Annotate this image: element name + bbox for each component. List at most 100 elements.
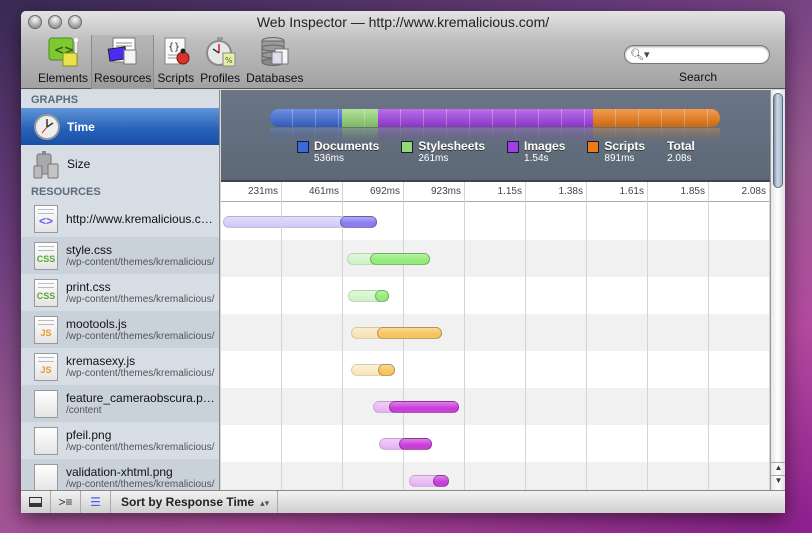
resource-timeline: 231ms 461ms 692ms 923ms 1.15s 1.38s 1.61s 1.85s… [221, 182, 770, 490]
tick-label: 1.85s [680, 186, 705, 197]
search-label: Search [679, 70, 718, 84]
download-bar[interactable] [398, 438, 432, 450]
sidebar-item-time[interactable]: Time [21, 108, 219, 145]
timeline-row [221, 203, 770, 240]
legend-swatch [587, 141, 600, 153]
tick-label: 1.61s [619, 186, 644, 197]
resource-item[interactable]: JS mootools.js /wp-content/themes/kremal… [21, 311, 219, 348]
legend-swatch [401, 141, 414, 153]
profiles-icon: % [203, 36, 237, 68]
scroll-up-arrow[interactable]: ▲ [771, 462, 785, 475]
tick-label: 923ms [430, 186, 461, 197]
download-bar[interactable] [340, 216, 377, 228]
download-bar[interactable] [432, 475, 449, 487]
legend-stylesheets: Stylesheets 261ms [401, 139, 485, 164]
summary-segment-scripts [593, 109, 720, 127]
summary-segment-stylesheets [342, 109, 378, 127]
toolbar: Web Inspector — http://www.kremalicious.… [21, 11, 785, 89]
dock-icon [29, 497, 42, 507]
dock-toggle-button[interactable] [21, 490, 51, 513]
databases-icon [258, 36, 292, 68]
gridline [342, 182, 343, 490]
gridline [525, 182, 526, 490]
web-inspector-window: Web Inspector — http://www.kremalicious.… [21, 11, 785, 513]
tick-label: 231ms [247, 186, 278, 197]
timeline-header: 231ms 461ms 692ms 923ms 1.15s 1.38s 1.61s 1.85s… [221, 182, 770, 202]
svg-text:%: % [225, 56, 233, 65]
summary-bar [270, 109, 720, 127]
download-bar[interactable] [370, 253, 430, 265]
gridline [647, 182, 648, 490]
gridline [708, 182, 709, 490]
list-icon: ☰ [90, 495, 101, 509]
timeline-row [221, 388, 770, 425]
image-file-icon [34, 389, 58, 418]
elements-icon: <> [46, 36, 80, 68]
timeline-row [221, 351, 770, 388]
search-field[interactable]: 🔍︎▾ [624, 45, 770, 64]
image-file-icon [34, 426, 58, 455]
timeline-row [221, 240, 770, 277]
gridline [586, 182, 587, 490]
search-input[interactable] [647, 48, 765, 60]
download-bar[interactable] [374, 290, 389, 302]
summary-legend: Documents 536ms Stylesheets 261ms Images 1.… [297, 139, 717, 164]
summary-segment-documents [270, 109, 342, 127]
scrollbar-thumb[interactable] [773, 93, 783, 188]
resource-item[interactable]: <> http://www.kremalicious.com/ [21, 200, 219, 237]
scroll-down-arrow[interactable]: ▼ [771, 475, 785, 488]
updown-arrows-icon: ▴▾ [260, 497, 270, 508]
legend-swatch [507, 141, 520, 153]
css-file-icon: CSS [34, 241, 58, 270]
tick-label: 461ms [308, 186, 339, 197]
sidebar: GRAPHS Time Size RESOURCES <> http://www… [21, 90, 220, 490]
legend-documents: Documents 536ms [297, 139, 379, 164]
tool-databases[interactable]: Databases [243, 35, 306, 89]
resource-item[interactable]: CSS print.css /wp-content/themes/kremali… [21, 274, 219, 311]
clock-icon [33, 113, 61, 141]
tool-elements[interactable]: <> Elements [35, 35, 91, 89]
summary-segment-images [378, 109, 594, 127]
tick-label: 692ms [369, 186, 400, 197]
status-bar: >≡ ☰ Sort by Response Time ▴▾ [21, 490, 785, 513]
resources-icon [106, 36, 140, 68]
console-icon: >≡ [58, 495, 73, 509]
resource-item[interactable]: JS kremasexy.js /wp-content/themes/krema… [21, 348, 219, 385]
vertical-scrollbar[interactable]: ▲ ▼ [770, 90, 785, 490]
html-document-icon: <> [34, 204, 58, 233]
tick-label: 2.08s [741, 186, 766, 197]
image-file-icon [34, 463, 58, 490]
legend-images: Images 1.54s [507, 139, 565, 164]
sidebar-item-size[interactable]: Size [21, 145, 219, 182]
graphs-heading: GRAPHS [31, 94, 79, 106]
window-title: Web Inspector — http://www.kremalicious.… [256, 14, 550, 30]
timeline-row [221, 314, 770, 351]
timeline-row [221, 277, 770, 314]
console-button[interactable]: >≡ [51, 490, 81, 513]
tool-scripts[interactable]: {} Scripts [154, 35, 197, 89]
legend-swatch [297, 141, 309, 153]
resource-item[interactable]: pfeil.png /wp-content/themes/kremaliciou… [21, 422, 219, 459]
js-file-icon: JS [34, 315, 58, 344]
gridline [769, 182, 770, 490]
resource-item[interactable]: validation-xhtml.png /wp-content/themes/… [21, 459, 219, 490]
weights-icon [33, 150, 61, 178]
timeline-row [221, 425, 770, 462]
resource-item[interactable]: CSS style.css /wp-content/themes/kremali… [21, 237, 219, 274]
tool-resources[interactable]: Resources [91, 35, 155, 89]
sort-select[interactable]: Sort by Response Time ▴▾ [111, 490, 279, 513]
download-bar[interactable] [388, 401, 460, 413]
download-bar[interactable] [376, 327, 442, 339]
legend-scripts: Scripts 891ms [587, 139, 645, 164]
resources-heading: RESOURCES [31, 186, 101, 198]
small-rows-button[interactable]: ☰ [81, 490, 111, 513]
tool-profiles[interactable]: % Profiles [197, 35, 243, 89]
resource-item[interactable]: feature_cameraobscura.png /content [21, 385, 219, 422]
timeline-row [221, 462, 770, 490]
download-bar[interactable] [378, 364, 396, 376]
tick-label: 1.38s [558, 186, 583, 197]
gridline [281, 182, 282, 490]
svg-text:{}: {} [168, 42, 180, 53]
css-file-icon: CSS [34, 278, 58, 307]
toolbar-tools: <> Elements Resources {} Scripts % Profi… [35, 35, 306, 89]
